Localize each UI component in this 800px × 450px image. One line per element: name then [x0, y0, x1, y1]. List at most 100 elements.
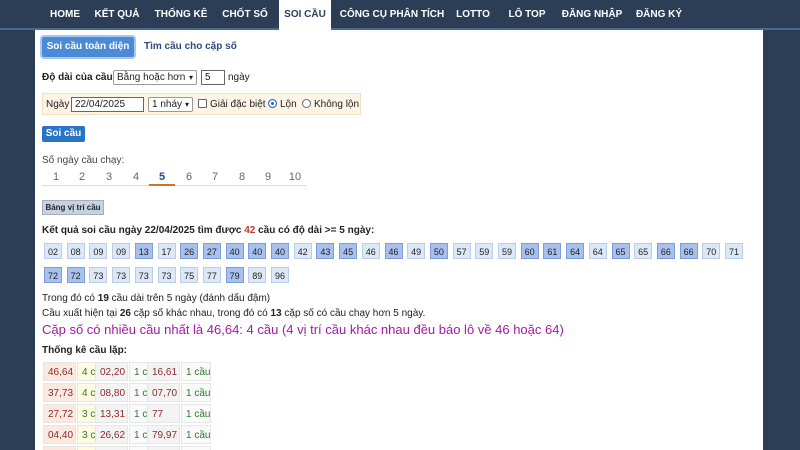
stat-text: cầu dài trên 5 ngày (đánh dấu đậm)	[108, 293, 271, 304]
tab-soi-cau-toan-dien[interactable]: Soi cầu toàn diện	[42, 37, 134, 57]
number-cell[interactable]: 60	[520, 243, 539, 259]
length-select-value: Bằng hoặc hơn	[117, 72, 186, 83]
number-cell[interactable]: 75	[180, 267, 199, 283]
number-cell[interactable]: 73	[134, 267, 153, 283]
jump-select-value: 1 nháy	[152, 99, 183, 110]
number-cell[interactable]: 49	[407, 243, 426, 259]
number-cell[interactable]: 50	[429, 243, 448, 259]
nav-dang-nhap[interactable]: ĐĂNG NHẬP	[558, 0, 626, 30]
length-select[interactable]: Bằng hoặc hơn ▾	[113, 70, 197, 85]
number-cell[interactable]: 73	[157, 267, 176, 283]
number-cell[interactable]: 89	[248, 267, 267, 283]
day-option[interactable]: 7	[202, 170, 228, 186]
number-cell[interactable]: 64	[566, 243, 585, 259]
number-cell[interactable]: 73	[89, 267, 108, 283]
stat-count: 26	[119, 308, 131, 319]
number-cell[interactable]: 40	[271, 243, 289, 259]
number-cell[interactable]: 70	[702, 243, 721, 259]
number-cell[interactable]: 02	[44, 243, 62, 259]
number-cell[interactable]: 09	[112, 243, 131, 259]
number-cell[interactable]: 57	[452, 243, 471, 259]
number-cell[interactable]: 59	[475, 243, 494, 259]
soi-cau-button[interactable]: Soi cầu	[42, 126, 85, 142]
summary-pair: 46,64	[43, 362, 76, 381]
special-checkbox[interactable]	[198, 99, 207, 111]
number-cell[interactable]: 42	[293, 243, 312, 259]
number-cell[interactable]: 59	[498, 243, 516, 259]
number-cell[interactable]: 66	[656, 243, 675, 259]
summary-pair: 04,40	[43, 425, 76, 444]
day-option[interactable]: 9	[255, 170, 281, 186]
result-prefix: Kết quả soi cầu ngày 22/04/2025 tìm được	[42, 225, 245, 236]
number-cell[interactable]: 46	[384, 243, 403, 259]
special-label: Giải đặc biệt	[210, 99, 266, 110]
summary-title: Thống kê cầu lặp:	[42, 345, 128, 356]
number-cell[interactable]: 61	[543, 243, 562, 259]
number-cell[interactable]: 96	[271, 267, 289, 283]
nav-lotto[interactable]: LOTTO	[453, 0, 493, 30]
nav-thong-ke[interactable]: THỐNG KÊ	[150, 0, 212, 30]
number-cell[interactable]: 26	[180, 243, 199, 259]
length-unit: ngày	[228, 72, 250, 83]
number-cell[interactable]: 08	[66, 243, 85, 259]
nav-cong-cu-phan-tich[interactable]: CÔNG CỤ PHÂN TÍCH	[339, 0, 445, 30]
number-cell[interactable]: 72	[44, 267, 62, 283]
date-input[interactable]: 22/04/2025	[71, 97, 144, 112]
date-label: Ngày	[46, 99, 70, 110]
radio-lon-label: Lộn	[280, 99, 297, 110]
day-option[interactable]: 10	[282, 170, 308, 186]
stat-text: Cầu xuất hiện tại	[42, 308, 120, 319]
nav-soi-cau[interactable]: SOI CẦU	[279, 0, 331, 30]
number-cell[interactable]: 45	[339, 243, 358, 259]
result-summary: Kết quả soi cầu ngày 22/04/2025 tìm được…	[42, 225, 374, 236]
number-cell[interactable]: 43	[316, 243, 335, 259]
day-option[interactable]: 4	[123, 170, 149, 186]
number-cell[interactable]: 65	[634, 243, 653, 259]
position-table-button[interactable]: Bảng vị trí cầu	[42, 200, 104, 215]
number-cell[interactable]: 46	[361, 243, 380, 259]
summary-pair: 16,61	[147, 362, 180, 381]
nav-chot-so[interactable]: CHỐT SỐ	[217, 0, 273, 30]
stat-text: cặp số khác nhau, trong đó có	[130, 308, 271, 319]
day-option[interactable]: 6	[176, 170, 202, 186]
number-cell[interactable]: 64	[588, 243, 607, 259]
nav-ket-qua[interactable]: KẾT QUẢ	[91, 0, 143, 30]
length-label: Độ dài của cầu:	[42, 72, 116, 83]
nav-dang-ky[interactable]: ĐĂNG KÝ	[634, 0, 684, 30]
jump-select[interactable]: 1 nháy ▾	[148, 97, 193, 112]
day-option-active[interactable]: 5	[149, 170, 175, 186]
summary-pair: 26,62	[95, 425, 128, 444]
stat-text: cặp số có cầu chạy hơn 5 ngày.	[281, 308, 426, 319]
nav-lo-top[interactable]: LÔ TOP	[504, 0, 550, 30]
summary-pair: 24,42	[95, 446, 128, 450]
summary-pair: 07,70	[147, 383, 180, 402]
number-cell[interactable]: 72	[66, 267, 85, 283]
nav-home[interactable]: HOME	[44, 0, 86, 30]
number-cell[interactable]: 79	[225, 267, 244, 283]
day-option[interactable]: 3	[96, 170, 122, 186]
length-input[interactable]: 5	[201, 70, 225, 85]
number-cell[interactable]: 27	[202, 243, 221, 259]
radio-lon[interactable]	[268, 99, 277, 111]
chevron-down-icon: ▾	[184, 100, 189, 109]
number-cell[interactable]: 09	[89, 243, 108, 259]
day-option[interactable]: 1	[43, 170, 69, 186]
number-cell[interactable]: 77	[202, 267, 221, 283]
main-panel: Soi cầu toàn diện Tìm cầu cho cặp số Độ …	[35, 30, 763, 450]
summary-count: 1 cầu	[181, 404, 211, 423]
summary-pair: 02,20	[95, 362, 128, 381]
number-cell[interactable]: 40	[225, 243, 244, 259]
radio-khong-lon[interactable]	[302, 99, 311, 111]
summary-pair: 37,73	[43, 383, 76, 402]
number-cell[interactable]: 66	[679, 243, 698, 259]
number-cell[interactable]: 13	[134, 243, 153, 259]
tab-tim-cau-cap-so[interactable]: Tìm cầu cho cặp số	[144, 41, 237, 52]
summary-count: 1 cầu	[181, 446, 211, 450]
number-cell[interactable]: 71	[725, 243, 743, 259]
day-option[interactable]: 2	[69, 170, 95, 186]
number-cell[interactable]: 17	[157, 243, 176, 259]
day-option[interactable]: 8	[229, 170, 255, 186]
number-cell[interactable]: 65	[611, 243, 630, 259]
number-cell[interactable]: 73	[112, 267, 131, 283]
number-cell[interactable]: 40	[248, 243, 267, 259]
